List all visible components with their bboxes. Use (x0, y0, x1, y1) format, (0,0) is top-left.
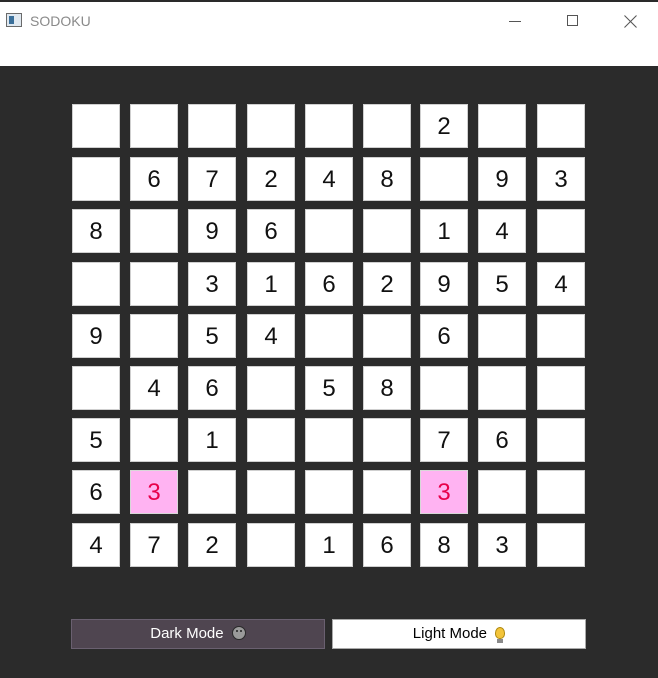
sudoku-cell-r4c6[interactable]: 2 (363, 262, 411, 306)
sudoku-cell-r3c4[interactable]: 6 (247, 209, 295, 253)
light-mode-button[interactable]: Light Mode (332, 619, 586, 649)
sudoku-cell-r8c7[interactable]: 3 (420, 470, 468, 514)
sudoku-cell-r1c2[interactable] (130, 104, 178, 148)
sudoku-cell-r8c3[interactable] (188, 470, 236, 514)
sudoku-cell-r8c4[interactable] (247, 470, 295, 514)
dark-mode-button[interactable]: Dark Mode (71, 619, 325, 649)
minimize-icon (509, 21, 521, 22)
sudoku-cell-r5c6[interactable] (363, 314, 411, 358)
sudoku-cell-r4c7[interactable]: 9 (420, 262, 468, 306)
sudoku-cell-r2c6[interactable]: 8 (363, 157, 411, 201)
sudoku-cell-r5c3[interactable]: 5 (188, 314, 236, 358)
sudoku-cell-r2c4[interactable]: 2 (247, 157, 295, 201)
sudoku-cell-r2c5[interactable]: 4 (305, 157, 353, 201)
sudoku-cell-r4c3[interactable]: 3 (188, 262, 236, 306)
sudoku-cell-r9c9[interactable] (537, 523, 585, 567)
sudoku-cell-r6c6[interactable]: 8 (363, 366, 411, 410)
sudoku-cell-r7c3[interactable]: 1 (188, 418, 236, 462)
sudoku-cell-r3c5[interactable] (305, 209, 353, 253)
sudoku-cell-r8c9[interactable] (537, 470, 585, 514)
maximize-icon (567, 15, 578, 26)
sudoku-cell-r3c8[interactable]: 4 (478, 209, 526, 253)
sudoku-cell-r6c5[interactable]: 5 (305, 366, 353, 410)
sudoku-cell-r3c6[interactable] (363, 209, 411, 253)
sudoku-cell-r3c9[interactable] (537, 209, 585, 253)
sudoku-cell-r8c1[interactable]: 6 (72, 470, 120, 514)
sudoku-cell-r7c2[interactable] (130, 418, 178, 462)
sudoku-cell-r1c4[interactable] (247, 104, 295, 148)
sudoku-cell-r5c5[interactable] (305, 314, 353, 358)
sudoku-cell-r2c8[interactable]: 9 (478, 157, 526, 201)
sudoku-cell-r6c8[interactable] (478, 366, 526, 410)
minimize-button[interactable] (492, 6, 538, 36)
sudoku-cell-r2c9[interactable]: 3 (537, 157, 585, 201)
sudoku-cell-r3c1[interactable]: 8 (72, 209, 120, 253)
lightbulb-icon (495, 627, 506, 643)
sudoku-cell-r9c5[interactable]: 1 (305, 523, 353, 567)
sudoku-cell-r1c7[interactable]: 2 (420, 104, 468, 148)
close-icon (624, 14, 638, 28)
sudoku-cell-r6c3[interactable]: 6 (188, 366, 236, 410)
sudoku-cell-r4c8[interactable]: 5 (478, 262, 526, 306)
sudoku-cell-r7c5[interactable] (305, 418, 353, 462)
sudoku-cell-r6c1[interactable] (72, 366, 120, 410)
sudoku-cell-r8c2[interactable]: 3 (130, 470, 178, 514)
sudoku-cell-r7c4[interactable] (247, 418, 295, 462)
face-icon (231, 626, 246, 640)
sudoku-cell-r9c3[interactable]: 2 (188, 523, 236, 567)
sudoku-cell-r4c1[interactable] (72, 262, 120, 306)
sudoku-cell-r9c2[interactable]: 7 (130, 523, 178, 567)
game-area: 2672489389614316295495464658517663347216… (0, 66, 658, 678)
sudoku-cell-r7c8[interactable]: 6 (478, 418, 526, 462)
sudoku-cell-r3c7[interactable]: 1 (420, 209, 468, 253)
close-button[interactable] (608, 6, 654, 36)
sudoku-cell-r9c7[interactable]: 8 (420, 523, 468, 567)
sudoku-cell-r1c6[interactable] (363, 104, 411, 148)
sudoku-cell-r7c9[interactable] (537, 418, 585, 462)
sudoku-cell-r7c1[interactable]: 5 (72, 418, 120, 462)
sudoku-cell-r5c9[interactable] (537, 314, 585, 358)
sudoku-cell-r8c8[interactable] (478, 470, 526, 514)
sudoku-cell-r6c2[interactable]: 4 (130, 366, 178, 410)
sudoku-cell-r5c7[interactable]: 6 (420, 314, 468, 358)
light-mode-label: Light Mode (412, 625, 488, 642)
sudoku-cell-r8c5[interactable] (305, 470, 353, 514)
sudoku-cell-r2c1[interactable] (72, 157, 120, 201)
sudoku-cell-r2c7[interactable] (420, 157, 468, 201)
sudoku-cell-r1c1[interactable] (72, 104, 120, 148)
sudoku-cell-r2c2[interactable]: 6 (130, 157, 178, 201)
sudoku-cell-r9c4[interactable] (247, 523, 295, 567)
sudoku-cell-r5c1[interactable]: 9 (72, 314, 120, 358)
sudoku-cell-r6c7[interactable] (420, 366, 468, 410)
dark-mode-label: Dark Mode (150, 625, 224, 642)
sudoku-cell-r6c9[interactable] (537, 366, 585, 410)
sudoku-cell-r5c4[interactable]: 4 (247, 314, 295, 358)
sudoku-cell-r3c2[interactable] (130, 209, 178, 253)
sudoku-cell-r4c5[interactable]: 6 (305, 262, 353, 306)
sudoku-cell-r7c6[interactable] (363, 418, 411, 462)
window-title: SODOKU (30, 13, 91, 29)
maximize-button[interactable] (550, 6, 596, 36)
app-icon (6, 13, 22, 27)
sudoku-cell-r1c9[interactable] (537, 104, 585, 148)
sudoku-cell-r6c4[interactable] (247, 366, 295, 410)
sudoku-cell-r5c8[interactable] (478, 314, 526, 358)
sudoku-cell-r1c8[interactable] (478, 104, 526, 148)
sudoku-cell-r8c6[interactable] (363, 470, 411, 514)
sudoku-cell-r9c1[interactable]: 4 (72, 523, 120, 567)
sudoku-cell-r5c2[interactable] (130, 314, 178, 358)
sudoku-cell-r4c2[interactable] (130, 262, 178, 306)
sudoku-cell-r4c9[interactable]: 4 (537, 262, 585, 306)
sudoku-cell-r4c4[interactable]: 1 (247, 262, 295, 306)
sudoku-cell-r1c3[interactable] (188, 104, 236, 148)
sudoku-cell-r3c3[interactable]: 9 (188, 209, 236, 253)
sudoku-cell-r2c3[interactable]: 7 (188, 157, 236, 201)
title-bar: SODOKU (0, 0, 658, 66)
sudoku-cell-r9c6[interactable]: 6 (363, 523, 411, 567)
sudoku-cell-r7c7[interactable]: 7 (420, 418, 468, 462)
sudoku-cell-r1c5[interactable] (305, 104, 353, 148)
sudoku-cell-r9c8[interactable]: 3 (478, 523, 526, 567)
